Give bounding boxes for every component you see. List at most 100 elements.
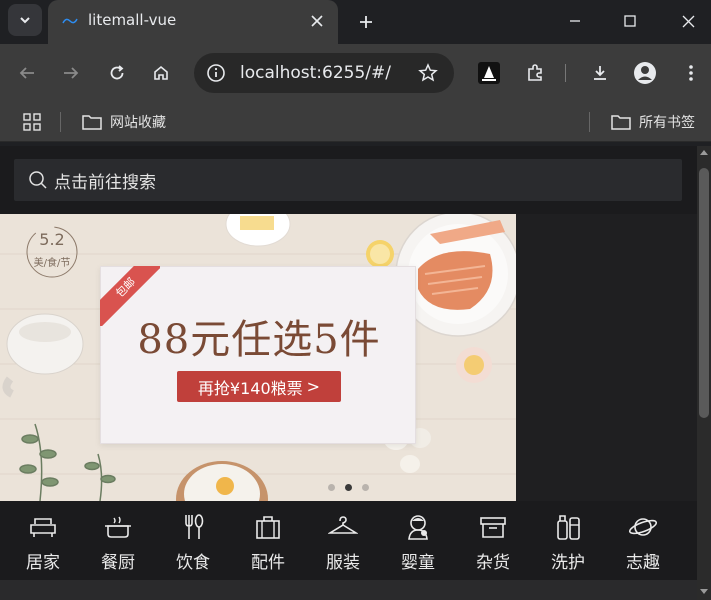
carousel-dot-active[interactable] [345,484,352,491]
banner-side-area [516,214,697,501]
close-icon [311,15,323,27]
page-bottom-strip [0,580,697,600]
bookmark-folder-all[interactable]: 所有书签 [611,110,695,134]
new-tab-button[interactable] [352,8,380,36]
free-shipping-ribbon: 包邮 [100,266,160,326]
folder-icon [611,115,631,130]
category-item-home[interactable]: 居家 [13,512,73,578]
scroll-up-arrow[interactable] [700,150,708,155]
minimize-icon [570,20,580,22]
category-label: 洗护 [551,553,585,573]
home-icon [154,65,168,80]
download-icon [594,66,606,80]
tab-active[interactable]: litemall-vue [48,0,338,44]
menu-button[interactable] [676,58,706,88]
window-close-button[interactable] [668,6,708,36]
scroll-thumb[interactable] [699,168,709,418]
bookmarks-separator [589,112,590,132]
category-label: 婴童 [401,553,435,573]
category-label: 饮食 [176,553,210,573]
forward-button[interactable] [56,58,86,88]
category-item-clothing[interactable]: 服装 [313,512,373,578]
home-button[interactable] [146,58,176,88]
hanger-icon [328,516,358,534]
category-label: 杂货 [476,553,510,573]
maximize-button[interactable] [610,6,650,36]
apps-button[interactable] [20,110,44,134]
bookmarks-separator [60,112,61,132]
site-favicon-icon [62,18,78,24]
bookmark-star-button[interactable] [416,61,440,85]
profile-button[interactable] [630,58,660,88]
astar-logo-icon [478,62,500,84]
category-label: 服装 [326,553,360,573]
bookmark-folder-label: 所有书签 [639,115,695,131]
toolbar-separator [565,64,566,82]
category-nav: 居家 餐厨 饮食 配件 服装 婴童 杂货 洗护 志趣 [0,504,697,580]
carousel-dot[interactable] [362,484,369,491]
apps-grid-icon [23,113,41,131]
search-section: 点击前往搜索 [0,146,697,214]
carousel-dot[interactable] [328,484,335,491]
carousel-dots [328,484,369,491]
page-viewport: 点击前往搜索 5.2 美/食/节 88元任选5件 再抢¥140粮票 > 包邮 居… [0,146,697,600]
category-item-care[interactable]: 洗护 [538,512,598,578]
tab-strip: litemall-vue [0,0,711,44]
promo-cta-label: 再抢¥140粮票 [197,378,303,398]
category-item-food[interactable]: 饮食 [163,512,223,578]
planet-icon [628,518,658,536]
page-scrollbar[interactable] [697,146,711,600]
category-item-accessories[interactable]: 配件 [238,512,298,578]
avatar-icon [634,62,656,84]
address-bar[interactable]: localhost:6255/#/ [194,53,454,93]
promo-cta-button[interactable]: 再抢¥140粮票 > [177,371,341,402]
tab-close-button[interactable] [306,10,328,32]
star-icon [418,63,438,82]
info-icon [207,64,225,82]
folder-icon [82,115,102,130]
extensions-button[interactable] [520,58,550,88]
extension-astar-button[interactable] [474,58,504,88]
bottle-icon [557,515,580,540]
reload-button[interactable] [102,58,132,88]
search-placeholder: 点击前往搜索 [54,172,156,193]
puzzle-icon [528,64,542,81]
arrow-left-icon [19,67,34,79]
category-item-goods[interactable]: 杂货 [463,512,523,578]
promo-banner[interactable]: 5.2 美/食/节 88元任选5件 再抢¥140粮票 > 包邮 [0,214,516,501]
baby-icon [408,515,428,540]
ribbon-label: 包邮 [100,266,160,326]
search-icon [29,171,47,189]
festival-badge: 5.2 美/食/节 [24,224,80,280]
maximize-icon [624,15,636,27]
minimize-button[interactable] [555,6,595,36]
luggage-icon [256,516,280,539]
sofa-icon [30,518,56,537]
cutlery-icon [185,514,204,539]
browser-toolbar: localhost:6255/#/ [0,44,711,102]
box-icon [480,517,506,538]
chevron-right-icon: > [306,377,321,396]
search-input[interactable]: 点击前往搜索 [14,159,682,201]
category-label: 志趣 [626,553,660,573]
scroll-down-arrow[interactable] [700,589,708,594]
chevron-down-icon [20,17,30,24]
back-button[interactable] [12,58,42,88]
category-label: 配件 [251,553,285,573]
category-item-baby[interactable]: 婴童 [388,512,448,578]
arrow-right-icon [64,67,79,79]
downloads-button[interactable] [585,58,615,88]
tab-search-button[interactable] [8,4,42,36]
plus-icon [360,16,372,28]
site-info-button[interactable] [204,61,228,85]
festival-number: 5.2 [39,230,65,249]
close-icon [682,15,694,27]
reload-icon [110,65,124,80]
url-text[interactable]: localhost:6255/#/ [240,63,391,83]
category-item-kitchen[interactable]: 餐厨 [88,512,148,578]
tab-title: litemall-vue [88,11,177,29]
festival-text: 美/食/节 [33,258,71,269]
bookmark-folder-website[interactable]: 网站收藏 [82,110,166,134]
category-item-interests[interactable]: 志趣 [613,512,673,578]
bookmark-folder-label: 网站收藏 [110,115,166,131]
